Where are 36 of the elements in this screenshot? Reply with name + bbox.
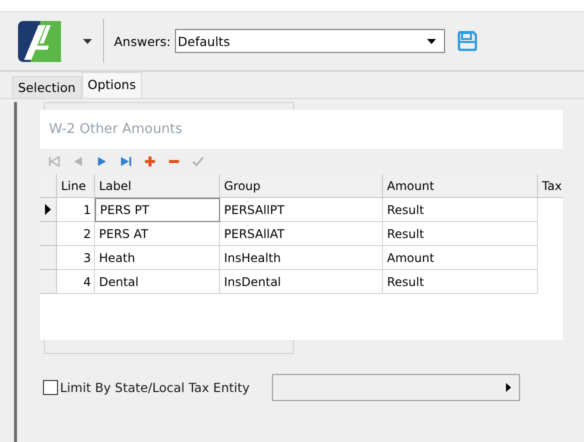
tab[interactable]: Selection xyxy=(12,76,82,98)
table-cell[interactable]: PERS PT xyxy=(95,198,220,222)
table-cell: PERSAllPT xyxy=(220,198,383,222)
table-cell: Result xyxy=(383,198,538,222)
tax-entity-field[interactable] xyxy=(272,374,520,401)
table-cell: Result xyxy=(383,270,538,294)
caret-icon xyxy=(82,38,92,44)
table-cell: PERSAllAT xyxy=(220,222,383,246)
table-cell: 3 xyxy=(57,246,95,270)
table-cell[interactable]: PERS AT xyxy=(95,222,220,246)
checkbox[interactable] xyxy=(43,380,58,395)
save-button[interactable] xyxy=(456,31,477,51)
answers-dropdown[interactable]: Defaults xyxy=(174,29,445,53)
table-cell: 2 xyxy=(57,222,95,246)
column-header[interactable]: Group xyxy=(220,174,383,198)
table-cell: 1 xyxy=(57,198,95,222)
column-header[interactable]: Line xyxy=(57,174,95,198)
table-cell: InsDental xyxy=(220,270,383,294)
column-header[interactable]: Amount xyxy=(383,174,538,198)
arrow-right-icon xyxy=(506,383,511,392)
dropdown-arrow-icon xyxy=(426,38,436,44)
column-header[interactable]: Label xyxy=(95,174,220,198)
table-cell: InsHealth xyxy=(220,246,383,270)
table-cell[interactable]: Dental xyxy=(95,270,220,294)
popup-title: W-2 Other Amounts xyxy=(48,120,184,139)
checkbox-label[interactable]: Limit By State/Local Tax Entity xyxy=(60,380,250,395)
table-cell: Amount xyxy=(383,246,538,270)
table-cell: Result xyxy=(383,222,538,246)
table-cell[interactable]: Heath xyxy=(95,246,220,270)
tab[interactable]: Options xyxy=(82,72,142,98)
logo-icon xyxy=(18,20,61,62)
current-row-arrow-icon xyxy=(45,204,51,215)
column-header[interactable]: Tax xyxy=(538,174,563,198)
answers-label: Answers: xyxy=(114,34,171,48)
table-cell: 4 xyxy=(57,270,95,294)
row-indicator[interactable] xyxy=(40,198,57,222)
